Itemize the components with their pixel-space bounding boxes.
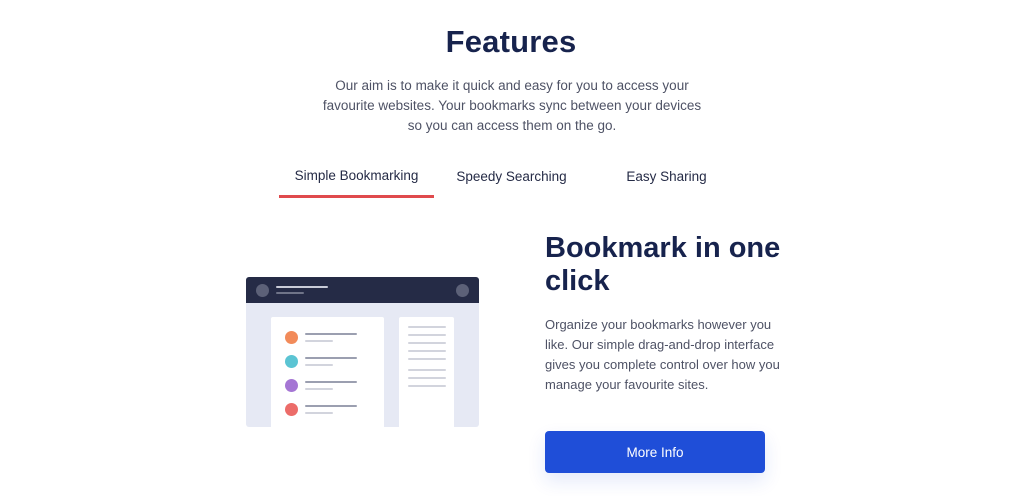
browser-dot-icon bbox=[456, 284, 469, 297]
side-line bbox=[408, 350, 446, 352]
panel-description: Organize your bookmarks however you like… bbox=[545, 317, 780, 392]
features-intro: Our aim is to make it quick and easy for… bbox=[322, 78, 702, 133]
side-line bbox=[408, 385, 446, 387]
side-line bbox=[408, 342, 446, 344]
bookmark-line bbox=[305, 340, 333, 342]
bookmark-side-card bbox=[399, 317, 454, 427]
panel-heading: Bookmark in one click bbox=[545, 232, 781, 297]
bookmark-list-card bbox=[271, 317, 384, 427]
side-line bbox=[408, 377, 446, 379]
tab-label: Easy Sharing bbox=[626, 169, 707, 184]
browser-dot-icon bbox=[256, 284, 269, 297]
side-line bbox=[408, 369, 446, 371]
bookmark-line bbox=[305, 364, 333, 366]
more-info-button[interactable]: More Info bbox=[545, 431, 765, 473]
bookmark-dot-icon bbox=[285, 403, 298, 416]
toolbar-line bbox=[276, 286, 328, 288]
bookmark-line bbox=[305, 333, 357, 335]
side-line bbox=[408, 334, 446, 336]
bookmark-illustration bbox=[246, 277, 479, 427]
features-section: Features Our aim is to make it quick and… bbox=[0, 0, 1022, 496]
tab-easy-sharing[interactable]: Easy Sharing bbox=[589, 160, 744, 198]
tab-label: Simple Bookmarking bbox=[294, 168, 419, 183]
bookmark-line bbox=[305, 357, 357, 359]
bookmark-line bbox=[305, 388, 333, 390]
tab-speedy-searching[interactable]: Speedy Searching bbox=[434, 160, 589, 198]
side-line bbox=[408, 358, 446, 360]
feature-tabs: Simple Bookmarking Speedy Searching Easy… bbox=[279, 160, 745, 198]
bookmark-dot-icon bbox=[285, 355, 298, 368]
bookmark-dot-icon bbox=[285, 379, 298, 392]
bookmark-dot-icon bbox=[285, 331, 298, 344]
browser-toolbar bbox=[246, 277, 479, 303]
side-line bbox=[408, 326, 446, 328]
bookmark-line bbox=[305, 381, 357, 383]
tab-simple-bookmarking[interactable]: Simple Bookmarking bbox=[279, 160, 434, 198]
bookmark-line bbox=[305, 405, 357, 407]
tab-label: Speedy Searching bbox=[456, 169, 567, 184]
toolbar-line bbox=[276, 292, 304, 294]
features-title: Features bbox=[445, 24, 577, 59]
bookmark-line bbox=[305, 412, 333, 414]
